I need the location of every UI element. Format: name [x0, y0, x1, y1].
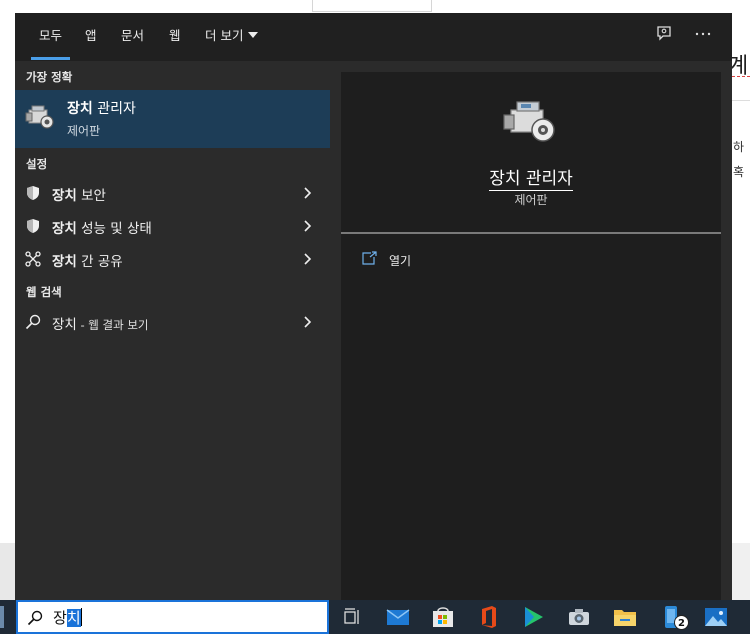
- search-input[interactable]: 장치: [16, 600, 329, 634]
- search-typed: 장: [53, 609, 67, 627]
- result-label-bold: 장치: [52, 188, 77, 204]
- share-icon: [25, 251, 41, 267]
- file-explorer-icon[interactable]: [612, 604, 638, 630]
- web-search-header: 웹 검색: [26, 285, 62, 299]
- tab-apps[interactable]: 앱: [85, 13, 97, 61]
- background-text-1: 하: [733, 140, 745, 154]
- preview-title-text: 장치 관리자: [489, 169, 573, 191]
- shield-icon: [27, 219, 39, 233]
- background-tab: [312, 0, 432, 12]
- web-suffix: - 웹 결과 보기: [76, 318, 149, 332]
- best-match-subtitle: 제어판: [67, 124, 101, 138]
- tab-web[interactable]: 웹: [169, 13, 181, 61]
- result-label-bold: 장치: [52, 221, 77, 237]
- tab-more-label: 더 보기: [205, 28, 244, 43]
- web-query: 장치: [52, 317, 77, 333]
- result-label-rest: 간 공유: [76, 254, 123, 270]
- result-label-bold: 장치: [52, 254, 77, 270]
- results-list: 가장 정확 장치 관리자 제어판 설정 장치 보안 장치 성능 및 상태 장치 …: [15, 61, 330, 600]
- feedback-icon[interactable]: [652, 25, 676, 49]
- result-label: 장치 보안: [52, 184, 106, 204]
- preview-title[interactable]: 장치 관리자: [341, 164, 721, 191]
- camera-icon[interactable]: [566, 604, 592, 630]
- text-caret: [80, 608, 82, 626]
- media-player-icon[interactable]: [521, 604, 547, 630]
- task-view-icon[interactable]: [339, 604, 365, 630]
- background-underline: [732, 76, 750, 77]
- device-manager-icon: [25, 105, 54, 129]
- best-match-header: 가장 정확: [26, 70, 73, 84]
- background-left-strip: [0, 543, 15, 600]
- result-label-rest: 성능 및 상태: [76, 221, 152, 237]
- best-match-item[interactable]: 장치 관리자 제어판: [15, 90, 330, 148]
- tab-documents[interactable]: 문서: [121, 13, 144, 61]
- background-divider: [732, 100, 750, 101]
- notification-badge: 2: [674, 615, 689, 630]
- result-device-performance[interactable]: 장치 성능 및 상태: [15, 210, 330, 242]
- device-manager-icon: [503, 101, 555, 142]
- search-icon: [25, 314, 41, 330]
- best-match-title-bold: 장치: [67, 101, 93, 117]
- result-web-search[interactable]: 장치 - 웹 결과 보기: [15, 306, 330, 338]
- result-label: 장치 - 웹 결과 보기: [52, 313, 149, 333]
- search-icon: [27, 610, 43, 626]
- open-label: 열기: [389, 254, 412, 268]
- background-text-2: 혹: [733, 165, 745, 179]
- start-button-edge[interactable]: [0, 606, 4, 628]
- result-label-rest: 보안: [76, 188, 106, 204]
- search-panel: 모두 앱 문서 웹 더 보기 가장 정확 장치 관리자 제어판 설정 장치 보안…: [15, 13, 732, 600]
- result-nearby-sharing[interactable]: 장치 간 공유: [15, 243, 330, 275]
- tab-bar: 모두 앱 문서 웹 더 보기: [15, 13, 732, 61]
- search-text: 장치: [53, 607, 82, 628]
- chevron-right-icon: [304, 316, 312, 328]
- preview-subtitle: 제어판: [514, 193, 548, 207]
- result-label: 장치 간 공유: [52, 250, 123, 270]
- result-device-security[interactable]: 장치 보안: [15, 177, 330, 209]
- preview-divider: [341, 232, 721, 234]
- tab-more[interactable]: 더 보기: [205, 13, 259, 61]
- preview-pane: 장치 관리자 제어판 열기: [341, 72, 721, 600]
- more-options-icon[interactable]: [691, 25, 715, 49]
- open-action[interactable]: 열기: [359, 248, 559, 272]
- search-selected: 치: [66, 609, 81, 627]
- result-label: 장치 성능 및 상태: [52, 217, 152, 237]
- mail-icon[interactable]: [385, 604, 411, 630]
- tab-all[interactable]: 모두: [30, 13, 71, 61]
- more-options-icon-svg: [695, 32, 711, 36]
- taskbar: 장치: [0, 600, 750, 634]
- photos-icon[interactable]: [703, 604, 729, 630]
- best-match-title: 장치 관리자: [67, 98, 136, 118]
- chevron-right-icon: [304, 187, 312, 199]
- shield-icon: [27, 186, 39, 200]
- settings-header: 설정: [26, 157, 48, 171]
- best-match-title-rest: 관리자: [92, 101, 136, 117]
- chevron-down-icon: [248, 32, 259, 38]
- store-icon[interactable]: [430, 604, 456, 630]
- chevron-right-icon: [304, 220, 312, 232]
- feedback-icon-svg: [657, 26, 671, 41]
- chevron-right-icon: [304, 253, 312, 265]
- open-icon: [362, 251, 377, 265]
- office-icon[interactable]: [476, 604, 502, 630]
